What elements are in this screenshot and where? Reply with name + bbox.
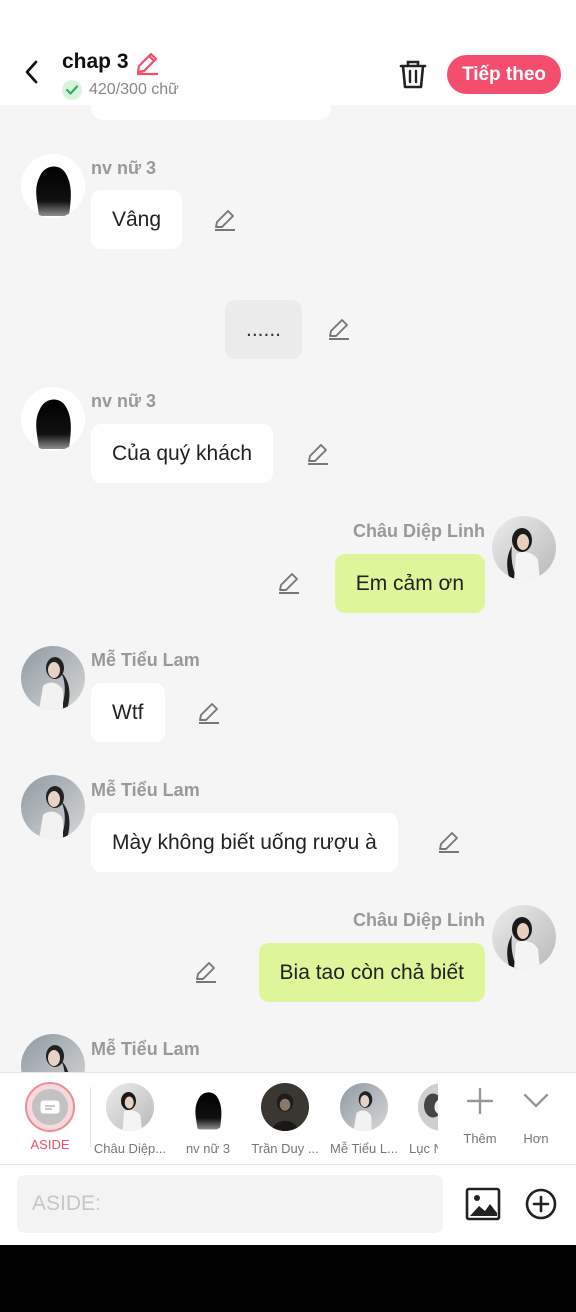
edit-icon[interactable] [276, 570, 302, 596]
character-aside[interactable]: ASIDE [10, 1082, 90, 1152]
character-label: Châu Diệp... [93, 1141, 167, 1156]
avatar[interactable] [21, 775, 85, 839]
avatar[interactable] [21, 154, 85, 218]
word-count: 420/300 chữ [89, 81, 179, 98]
avatar[interactable] [21, 646, 85, 710]
character-avatar [261, 1083, 309, 1131]
character-item[interactable]: Mễ Tiểu L... [324, 1081, 404, 1156]
message-bubble[interactable]: Của quý khách [91, 424, 274, 483]
speaker-name: nv nữ 3 [91, 391, 157, 411]
character-label: Mễ Tiểu L... [330, 1141, 398, 1156]
speaker-name: Mễ Tiểu Lam [91, 780, 200, 800]
header: chap 3 420/300 chữ Tiếp theo [0, 0, 576, 105]
edit-icon[interactable] [193, 959, 219, 985]
chapter-title: chap 3 [62, 50, 129, 73]
avatar[interactable] [492, 905, 556, 969]
message-bubble[interactable]: Mày không biết uống rượu à [91, 813, 398, 872]
character-item[interactable]: Châu Diệp... [90, 1081, 170, 1156]
edit-icon[interactable] [196, 700, 222, 726]
character-avatar [418, 1083, 438, 1131]
character-item[interactable]: nv nữ 3 [168, 1081, 248, 1156]
my-message-bubble[interactable]: Bia tao còn chả biết [258, 943, 485, 1002]
character-avatar [184, 1083, 232, 1131]
avatar[interactable] [21, 387, 85, 451]
chat-screen: chap 3 420/300 chữ Tiếp theo nv nữ 3 Vân… [0, 0, 576, 1245]
add-circle-icon[interactable] [524, 1187, 558, 1221]
aside-avatar [25, 1082, 75, 1132]
speaker-name: Mễ Tiểu Lam [91, 1039, 200, 1059]
character-bar: ASIDE Châu Diệp... nv nữ 3 Trần Duy ... [0, 1072, 576, 1164]
check-icon [62, 80, 82, 100]
collapse-label: Hơn [523, 1131, 549, 1146]
speaker-name: Châu Diệp Linh [353, 521, 485, 541]
avatar[interactable] [492, 516, 556, 580]
edit-icon[interactable] [212, 207, 238, 233]
note-icon [32, 1089, 68, 1125]
my-message-bubble[interactable]: Em cảm ơn [334, 554, 485, 613]
character-label: nv nữ 3 [185, 1141, 231, 1156]
edit-icon[interactable] [305, 441, 331, 467]
character-avatar [106, 1083, 154, 1131]
speaker-name: Châu Diệp Linh [353, 910, 485, 930]
edit-icon[interactable] [436, 829, 462, 855]
next-button[interactable]: Tiếp theo [447, 55, 561, 94]
character-label: Trần Duy ... [251, 1141, 319, 1156]
chevron-down-icon [496, 1086, 576, 1120]
speaker-name: Mễ Tiểu Lam [91, 650, 200, 670]
input-bar [0, 1164, 576, 1245]
character-label: Lục N [409, 1141, 438, 1156]
edit-title-icon[interactable] [134, 50, 160, 76]
message-bubble[interactable]: Vâng [91, 190, 183, 249]
trash-icon[interactable] [398, 58, 428, 90]
character-avatar [340, 1083, 388, 1131]
image-icon[interactable] [465, 1187, 501, 1221]
character-label: ASIDE [30, 1137, 70, 1152]
narration-bubble[interactable]: ...... [225, 300, 303, 359]
edit-icon[interactable] [326, 316, 352, 342]
character-item[interactable]: Trần Duy ... [245, 1081, 325, 1156]
collapse-button[interactable]: Hơn [496, 1081, 576, 1146]
message-bubble[interactable]: Wtf [91, 683, 165, 742]
message-input[interactable] [17, 1175, 443, 1233]
back-icon[interactable] [16, 56, 48, 88]
character-item[interactable]: Lục N [400, 1081, 438, 1156]
speaker-name: nv nữ 3 [91, 158, 157, 178]
